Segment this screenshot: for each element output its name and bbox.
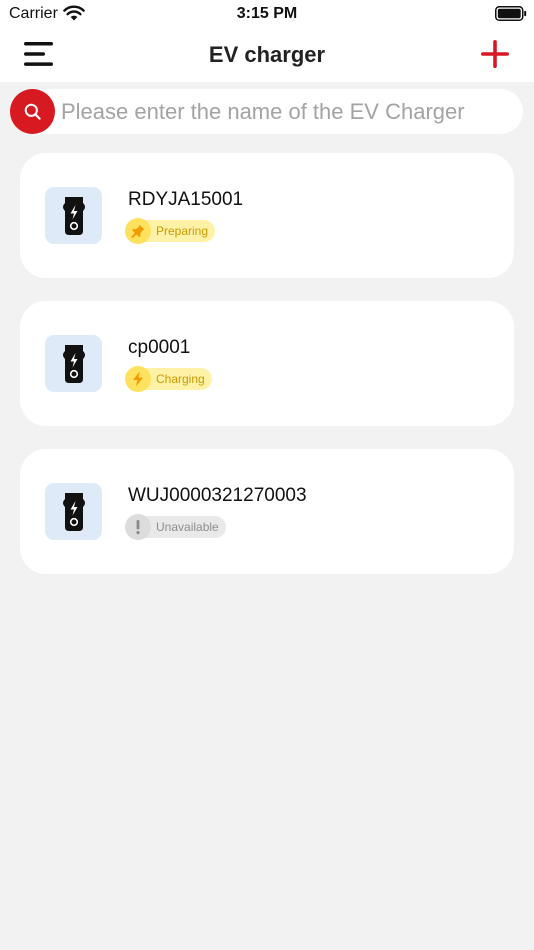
plus-icon[interactable] — [480, 39, 510, 69]
battery-icon — [495, 6, 527, 21]
charger-list: RDYJA15001 Preparing cp0001 Charging WUJ… — [20, 153, 514, 597]
charger-card[interactable]: WUJ0000321270003 Unavailable — [20, 449, 514, 574]
clock-time: 3:15 PM — [236, 5, 298, 22]
ev-charger-icon — [62, 492, 85, 531]
charger-name: RDYJA15001 — [128, 189, 244, 210]
status-label: Charging — [156, 372, 205, 386]
charger-name: cp0001 — [128, 337, 191, 358]
lightning-icon — [125, 366, 151, 392]
ev-charger-icon — [62, 196, 85, 235]
status-bar: Carrier 3:15 PM — [0, 0, 534, 28]
exclamation-icon — [125, 514, 151, 540]
status-label: Unavailable — [156, 520, 219, 534]
search-input[interactable] — [60, 89, 516, 134]
charger-icon-box — [45, 483, 102, 540]
charger-icon-box — [45, 187, 102, 244]
page-title: EV charger — [208, 42, 326, 67]
charger-icon-box — [45, 335, 102, 392]
search-button[interactable] — [10, 89, 55, 134]
status-badge: Charging — [125, 366, 212, 392]
status-label: Preparing — [156, 224, 209, 238]
pin-icon — [125, 218, 151, 244]
status-badge: Unavailable — [125, 514, 226, 540]
charger-card[interactable]: cp0001 Charging — [20, 301, 514, 426]
status-badge: Preparing — [125, 218, 216, 244]
charger-name: WUJ0000321270003 — [128, 485, 307, 506]
charger-card[interactable]: RDYJA15001 Preparing — [20, 153, 514, 278]
search-icon — [24, 103, 41, 120]
ev-charger-icon — [62, 344, 85, 383]
search-bar — [10, 89, 523, 134]
nav-bar: EV charger — [0, 28, 534, 82]
